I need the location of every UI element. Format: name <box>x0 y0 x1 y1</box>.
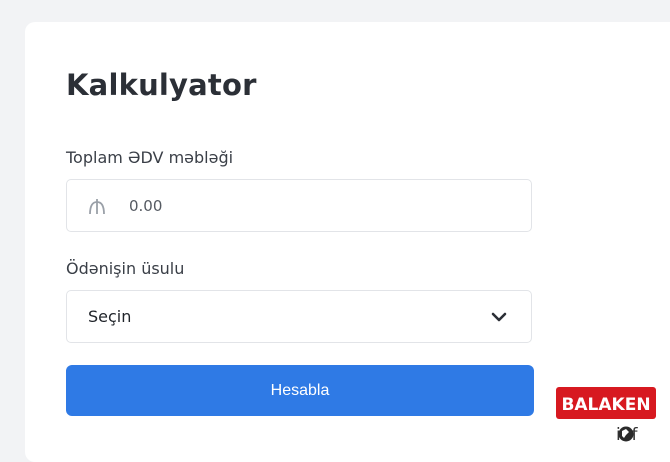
vat-amount-field[interactable] <box>66 179 532 232</box>
globe-icon <box>618 426 634 442</box>
vat-amount-input[interactable] <box>129 180 509 231</box>
manat-sign-icon <box>89 199 105 215</box>
chevron-down-icon <box>491 312 507 322</box>
payment-method-select[interactable]: Seçin <box>66 290 532 343</box>
logo-text-balaken: BALAKEN <box>561 395 650 415</box>
balaken-info-logo: BALAKEN inf <box>556 387 656 445</box>
payment-method-value: Seçin <box>88 307 132 326</box>
vat-amount-label: Toplam ƏDV məbləği <box>66 148 234 167</box>
payment-method-label: Ödənişin üsulu <box>66 259 185 278</box>
page-title: Kalkulyator <box>66 68 257 102</box>
calculate-button[interactable]: Hesabla <box>66 365 534 416</box>
